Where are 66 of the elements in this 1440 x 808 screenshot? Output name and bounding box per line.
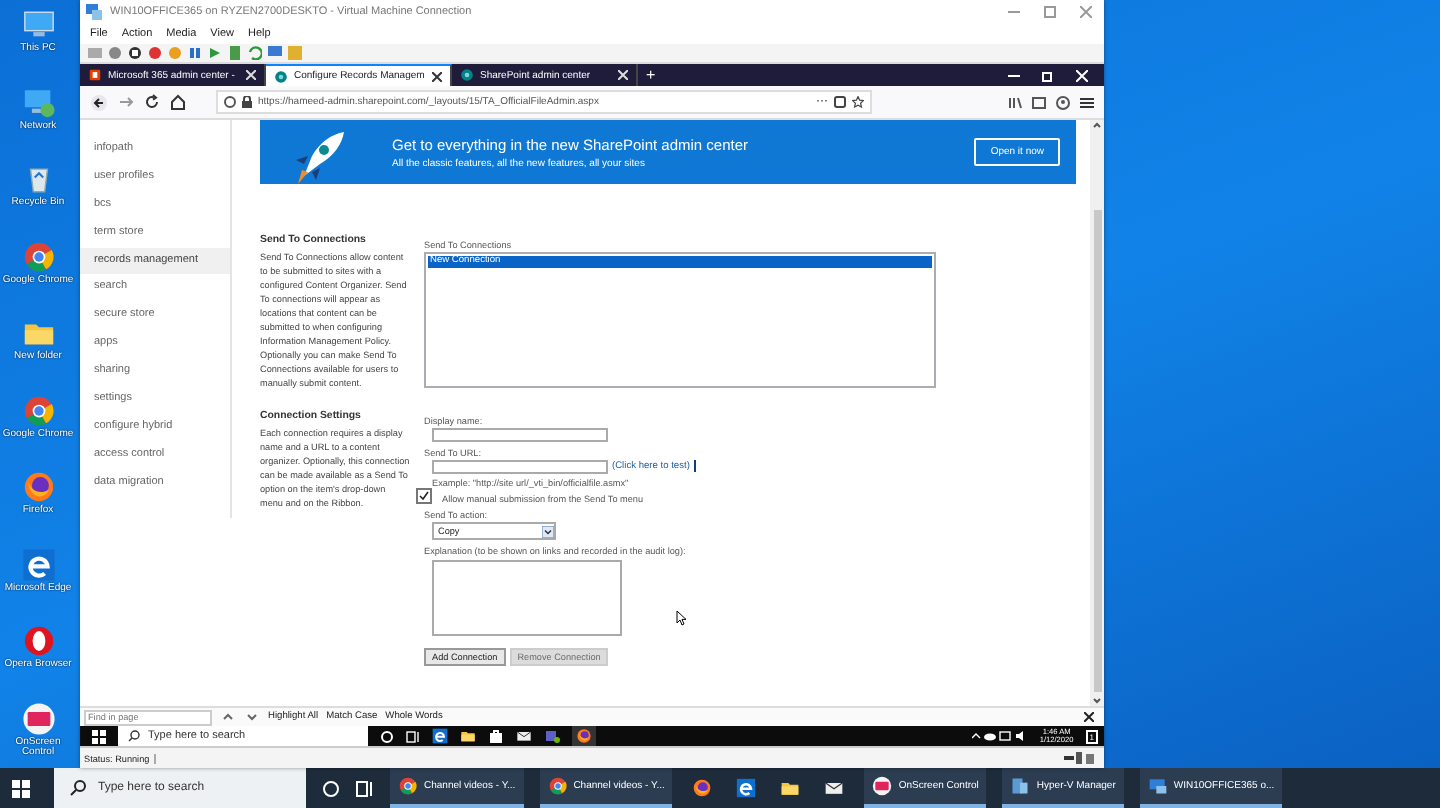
back-arrow-icon[interactable] xyxy=(90,93,108,111)
info-icon xyxy=(224,96,236,108)
windows-logo-icon[interactable] xyxy=(12,779,30,797)
circle-icon[interactable] xyxy=(108,46,122,60)
dropdown-arrow-icon xyxy=(542,525,554,537)
mail-icon xyxy=(516,728,532,744)
library-icon[interactable] xyxy=(1008,95,1022,109)
minimize-icon[interactable] xyxy=(1008,69,1020,81)
pause-icon[interactable] xyxy=(188,46,202,60)
folder-icon xyxy=(780,778,801,798)
search-icon xyxy=(128,730,140,742)
browser-icon xyxy=(547,776,568,796)
close-tab-icon[interactable] xyxy=(432,71,442,81)
windows-logo-icon[interactable] xyxy=(92,729,106,743)
account-icon[interactable] xyxy=(1056,95,1070,109)
folder-icon xyxy=(460,728,476,744)
pocket-icon[interactable] xyxy=(834,96,846,108)
checkbox[interactable] xyxy=(416,488,432,504)
office-logo-icon xyxy=(88,68,102,82)
lock-icon xyxy=(242,96,252,108)
text-cursor xyxy=(693,460,697,472)
browser-icon xyxy=(398,776,418,796)
s-logo-icon xyxy=(460,68,474,82)
maximize-icon[interactable] xyxy=(1044,6,1056,18)
new-tab-button[interactable]: + xyxy=(638,64,664,86)
cortana-circle-icon[interactable] xyxy=(380,729,394,743)
home-icon[interactable] xyxy=(170,94,186,110)
e-logo-icon xyxy=(736,778,757,798)
cortana-circle-icon[interactable] xyxy=(322,779,340,797)
scroll-down-icon[interactable] xyxy=(1090,696,1104,706)
computer-icon xyxy=(1147,776,1168,796)
monitor-app-icon xyxy=(21,701,55,735)
o-logo-icon xyxy=(21,624,55,658)
monitor-icon[interactable] xyxy=(268,46,282,60)
scroll-up-icon[interactable] xyxy=(1090,120,1104,130)
shopping-bag-icon[interactable] xyxy=(488,728,504,744)
computer-icon xyxy=(21,8,55,42)
e-logo-icon xyxy=(21,547,55,581)
undo-icon[interactable] xyxy=(248,46,262,60)
stop-icon[interactable] xyxy=(128,46,142,60)
vm-window-icon xyxy=(86,4,102,20)
forward-arrow-icon[interactable] xyxy=(118,94,134,110)
restore-icon[interactable] xyxy=(1042,69,1054,81)
task-view-icon[interactable] xyxy=(356,779,374,797)
s-logo-icon xyxy=(274,69,288,83)
mail-icon xyxy=(824,778,845,798)
fox-browser-icon xyxy=(21,470,55,504)
search-icon xyxy=(70,780,86,796)
star-icon[interactable] xyxy=(852,96,864,108)
fox-browser-icon xyxy=(576,728,592,744)
status-icons-drawing xyxy=(1064,752,1096,764)
tray-icons-drawing xyxy=(971,730,1028,742)
browser-icon xyxy=(21,393,55,427)
mouse-pointer-icon xyxy=(676,610,686,626)
scrollbar[interactable] xyxy=(1090,120,1104,706)
task-view-icon[interactable] xyxy=(406,729,420,743)
close-icon[interactable] xyxy=(1084,712,1094,722)
browser-icon xyxy=(21,239,55,273)
monitor-app-icon xyxy=(872,776,893,796)
reload-icon[interactable] xyxy=(144,94,160,110)
menu-icon[interactable] xyxy=(1080,95,1094,109)
sidebar-icon[interactable] xyxy=(1032,95,1046,109)
fox-browser-icon xyxy=(692,778,713,798)
url-field[interactable] xyxy=(432,460,608,474)
network-computer-icon xyxy=(21,85,55,119)
display-name-field[interactable] xyxy=(432,428,608,442)
